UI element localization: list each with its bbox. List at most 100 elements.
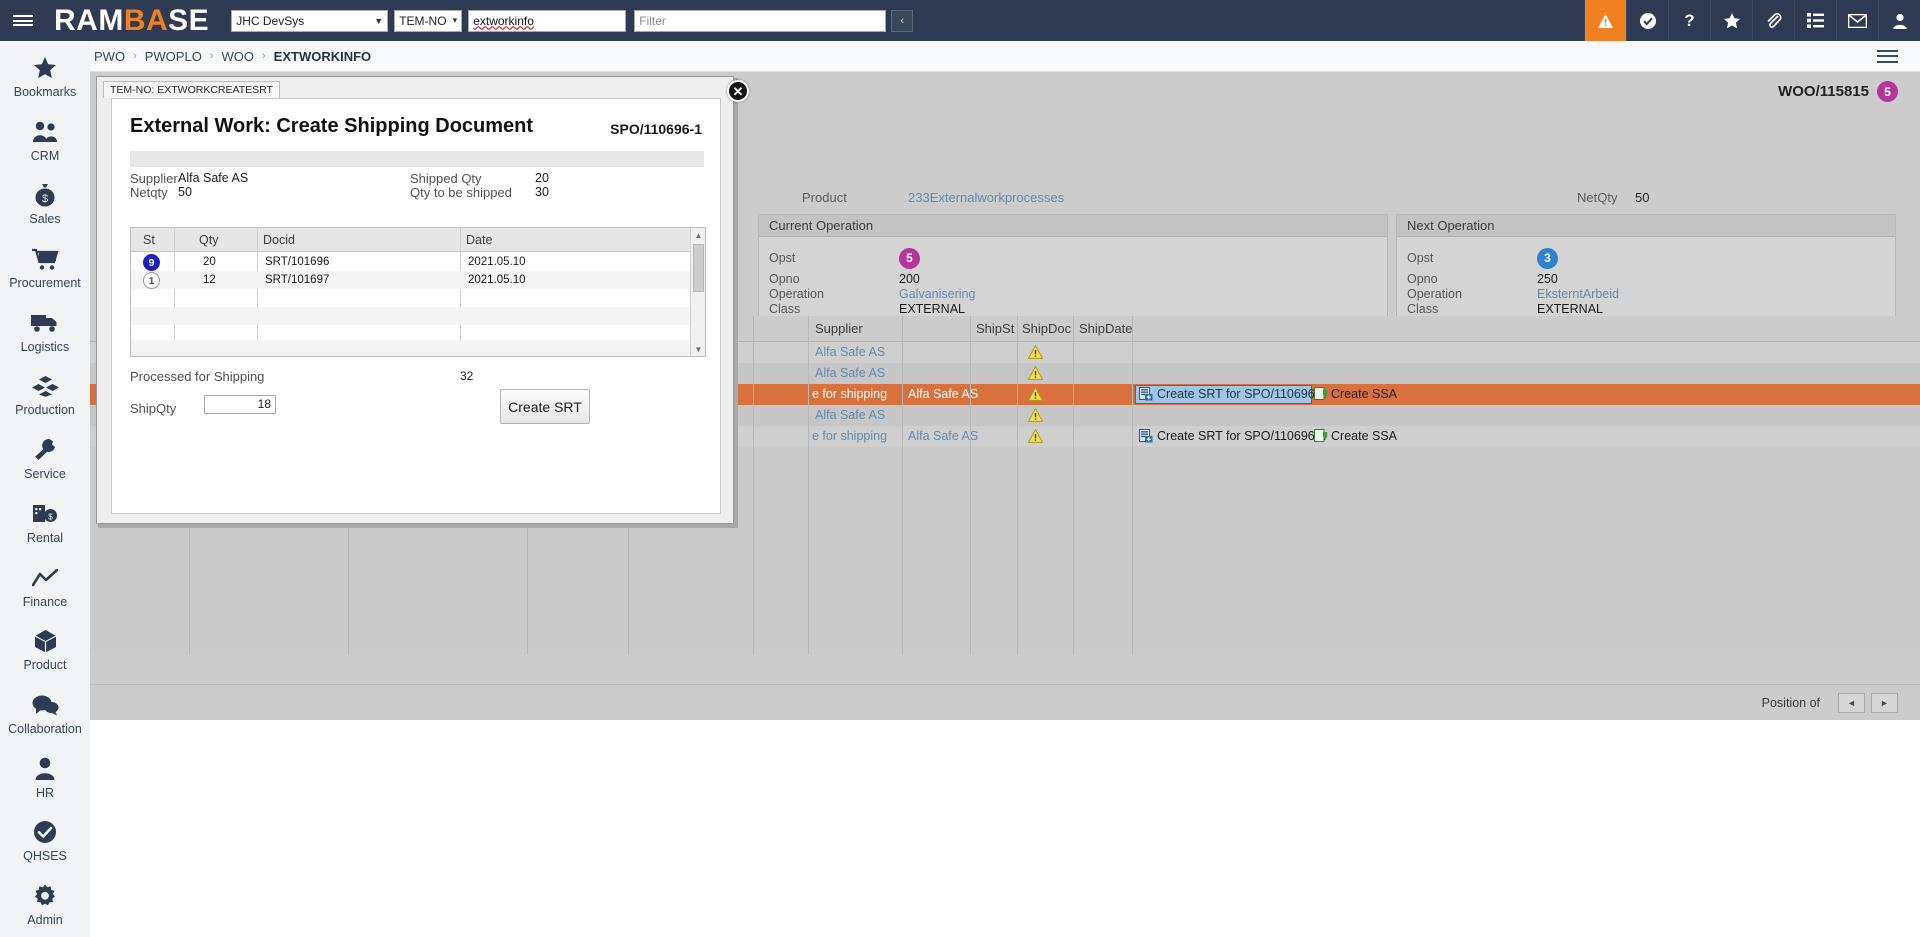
close-icon[interactable]: ✕ (727, 80, 749, 102)
program-input[interactable]: extworkinfo (468, 10, 626, 32)
field-value: 30 (535, 185, 549, 199)
help-icon[interactable]: ? (1668, 0, 1710, 41)
netqty-value-field: 50 (1635, 190, 1649, 205)
product-value-field[interactable]: 233Externalworkprocesses (908, 190, 1064, 205)
sidebar-item-qhses[interactable]: QHSES (0, 810, 90, 874)
sidebar-item-bookmarks[interactable]: Bookmarks (0, 45, 90, 109)
brand-part-2: SE (168, 4, 209, 37)
breadcrumb-item-pwo[interactable]: PWO (94, 49, 125, 64)
netqty-label: NetQty (1577, 190, 1617, 205)
column-header-st[interactable]: St (143, 228, 155, 252)
field-label: Opno (769, 272, 899, 286)
position-bar: Position of ◄ ► (90, 684, 1920, 720)
breadcrumb-item-pwoplo[interactable]: PWOPLO (145, 49, 202, 64)
attachment-icon[interactable] (1752, 0, 1794, 41)
warning-icon (1028, 408, 1043, 427)
field-label: Opno (1407, 272, 1537, 286)
person-icon (35, 756, 55, 782)
sidebar-item-service[interactable]: Service (0, 427, 90, 491)
modal-content: External Work: Create Shipping Document … (111, 98, 721, 514)
action-create-ssa[interactable]: Create SSA (1331, 384, 1397, 405)
sidebar-item-label: Admin (27, 913, 62, 927)
sidebar-item-admin[interactable]: Admin (0, 873, 90, 937)
money-bag-icon: $ (34, 182, 56, 208)
column-header-docid[interactable]: Docid (263, 228, 295, 252)
menu-bar (1877, 61, 1898, 63)
tasklist-icon[interactable] (1794, 0, 1836, 41)
field-value: Galvanisering (899, 287, 975, 301)
breadcrumb-item-woo[interactable]: WOO (221, 49, 254, 64)
scrollbar-thumb[interactable] (693, 244, 704, 292)
verified-icon[interactable] (1626, 0, 1668, 41)
cell-supplier: Alfa Safe AS (815, 405, 885, 426)
column-header-shipst[interactable]: ShipSt (976, 316, 1014, 342)
sidebar-item-product[interactable]: Product (0, 618, 90, 682)
filter-input[interactable]: Filter (634, 10, 886, 32)
sidebar-item-rental[interactable]: $ Rental (0, 491, 90, 555)
field-operation[interactable]: Operation EksterntArbeid (1407, 286, 1895, 301)
scroll-up-icon[interactable]: ▲ (691, 228, 706, 242)
shipping-documents-table: St Qty Docid Date 9 20 SRT/101696 2021.0… (130, 227, 706, 357)
main-menu-toggle[interactable] (0, 0, 46, 41)
breadcrumb-separator: › (262, 50, 266, 62)
column-header-shipdate[interactable]: ShipDate (1079, 316, 1132, 342)
sidebar-item-hr[interactable]: HR (0, 746, 90, 810)
favorites-icon[interactable] (1710, 0, 1752, 41)
cube-icon (34, 628, 57, 654)
sidebar-item-crm[interactable]: CRM (0, 109, 90, 173)
scroll-down-icon[interactable]: ▼ (691, 342, 706, 356)
next-page-button[interactable]: ► (1871, 693, 1898, 713)
create-srt-button[interactable]: Create SRT (500, 389, 590, 424)
field-operation[interactable]: Operation Galvanisering (769, 286, 1387, 301)
collapse-button[interactable]: ‹ (891, 10, 913, 32)
hamburger-bar (13, 15, 33, 17)
svg-text:$: $ (48, 513, 53, 522)
sidebar-item-finance[interactable]: Finance (0, 555, 90, 619)
doctype-select-value: TEM-NO (399, 14, 446, 28)
column-header-shipdoc[interactable]: ShipDoc (1022, 316, 1071, 342)
alert-icon[interactable] (1584, 0, 1626, 41)
action-create-ssa[interactable]: Create SSA (1331, 426, 1397, 447)
cell-supplier: Alfa Safe AS (815, 342, 885, 363)
prev-page-button[interactable]: ◄ (1838, 693, 1865, 713)
column-header-date[interactable]: Date (466, 228, 492, 252)
table-row[interactable] (131, 307, 690, 325)
cell-status-text: e for shipping (812, 384, 887, 405)
modal-fields-right: Shipped Qty 20 Qty to be shipped 30 (410, 171, 710, 199)
sidebar-item-collaboration[interactable]: Collaboration (0, 682, 90, 746)
brand-part-1: RAM (54, 4, 124, 37)
company-select[interactable]: JHC DevSys ▼ (231, 10, 388, 32)
processed-for-shipping-value: 32 (460, 369, 473, 383)
warning-icon (1028, 387, 1043, 406)
cell-supplier: Alfa Safe AS (908, 426, 978, 447)
sidebar-item-label: Production (15, 403, 75, 417)
page-menu-toggle[interactable] (1877, 46, 1898, 66)
sidebar-item-procurement[interactable]: Procurement (0, 236, 90, 300)
company-select-value: JHC DevSys (236, 14, 304, 28)
sidebar-item-label: Sales (29, 212, 60, 226)
user-icon[interactable] (1878, 0, 1920, 41)
sidebar-item-label: Rental (27, 531, 63, 545)
sidebar-item-logistics[interactable]: Logistics (0, 300, 90, 364)
field-value: EksterntArbeid (1537, 287, 1619, 301)
sidebar-item-production[interactable]: Production (0, 364, 90, 428)
column-header-qty[interactable]: Qty (199, 228, 218, 252)
shipqty-input[interactable]: 18 (204, 395, 276, 414)
table-row[interactable] (131, 340, 690, 356)
action-create-srt[interactable]: Create SRT for SPO/110696-1 (1157, 426, 1326, 447)
column-header-supplier[interactable]: Supplier (815, 316, 863, 342)
sidebar-item-sales[interactable]: $ Sales (0, 172, 90, 236)
breadcrumb-item-extworkinfo[interactable]: EXTWORKINFO (274, 49, 372, 64)
sidebar-item-label: HR (36, 786, 54, 800)
field-value: 50 (178, 185, 192, 199)
doctype-select[interactable]: TEM-NO ▾ (394, 10, 462, 32)
column-divider (808, 316, 809, 654)
action-create-srt[interactable]: Create SRT for SPO/110696-1 (1157, 384, 1326, 405)
table-row[interactable]: 9 20 SRT/101696 2021.05.10 (131, 253, 690, 271)
table-row[interactable] (131, 289, 690, 307)
modal-subheader-bar (130, 151, 704, 167)
field-class: Class EXTERNAL (1407, 301, 1895, 316)
table-scrollbar[interactable]: ▲ ▼ (690, 228, 705, 356)
messages-icon[interactable] (1836, 0, 1878, 41)
table-row[interactable]: 1 12 SRT/101697 2021.05.10 (131, 271, 690, 289)
